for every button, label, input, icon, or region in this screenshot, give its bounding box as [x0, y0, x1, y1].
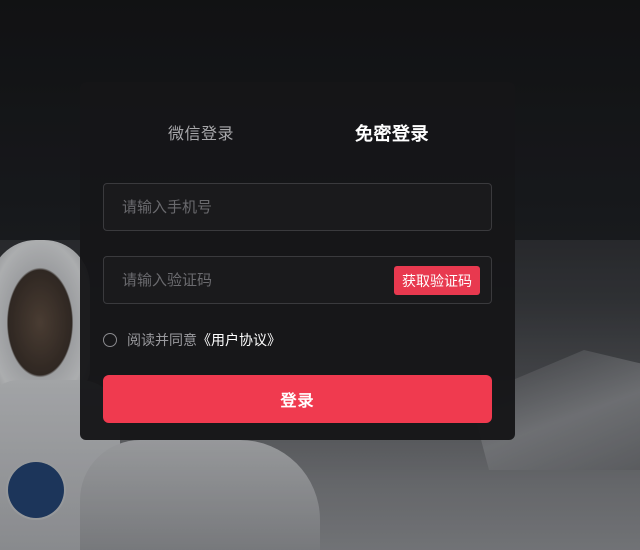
- get-code-button[interactable]: 获取验证码: [394, 266, 480, 295]
- agreement-text: 阅读并同意: [127, 333, 197, 349]
- code-field-container: 获取验证码: [103, 256, 492, 304]
- agreement-radio[interactable]: [103, 333, 117, 347]
- login-tabs: 微信登录 免密登录: [80, 82, 515, 182]
- verification-code-input[interactable]: [104, 257, 384, 303]
- login-button[interactable]: 登录: [103, 375, 492, 423]
- user-agreement-link[interactable]: 《用户协议》: [197, 330, 281, 350]
- phone-field-container: [103, 183, 492, 231]
- agreement-row: 阅读并同意 《用户协议》: [103, 330, 281, 350]
- tab-wechat-login[interactable]: 微信登录: [168, 120, 234, 144]
- tab-passwordless-login[interactable]: 免密登录: [355, 120, 429, 146]
- login-panel: 微信登录 免密登录 获取验证码 阅读并同意 《用户协议》 登录: [80, 82, 515, 440]
- phone-input[interactable]: [104, 184, 491, 230]
